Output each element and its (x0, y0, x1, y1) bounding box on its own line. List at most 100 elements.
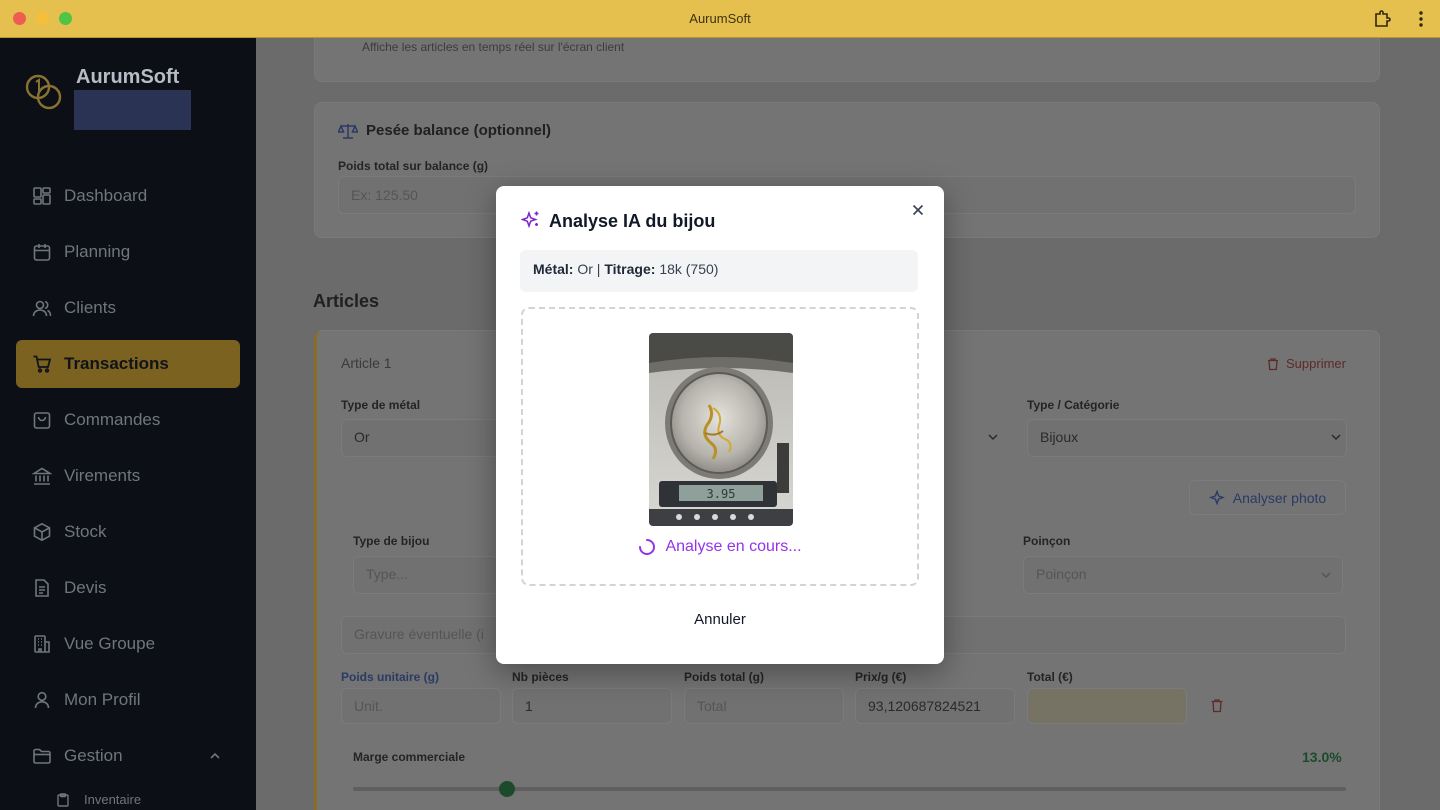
chevron-up-icon (210, 752, 220, 759)
building-icon (34, 635, 50, 653)
scale-weight-label: Poids total sur balance (g) (338, 159, 489, 173)
unit-weight-placeholder: Unit. (354, 698, 383, 714)
sidebar-item-transactions[interactable]: Transactions (16, 340, 240, 388)
scale-section-title: Pesée balance (optionnel) (366, 122, 552, 139)
analyze-photo-button[interactable]: Analyser photo (1189, 480, 1346, 515)
sidebar-item-devis[interactable]: Devis (16, 564, 240, 612)
brand-name: AurumSoft (76, 66, 180, 88)
loading-spinner-icon (639, 539, 656, 555)
sidebar-item-commandes[interactable]: Commandes (16, 396, 240, 444)
file-icon (35, 579, 49, 597)
margin-value: 13.0% (1302, 749, 1342, 765)
sidebar-item-dashboard[interactable]: Dashboard (16, 172, 240, 220)
margin-slider-handle[interactable] (499, 781, 515, 797)
engraving-placeholder: Gravure éventuelle (i (354, 626, 484, 642)
shopping-bag-icon (33, 412, 51, 429)
price-per-gram-value: 93,120687824521 (868, 698, 981, 714)
jewel-type-placeholder: Type... (366, 566, 409, 582)
metal-info-box: Métal: Or | Titrage: 18k (750) (520, 250, 918, 292)
cancel-button[interactable]: Annuler (664, 606, 776, 634)
titrage-value: 18k (750) (659, 261, 719, 277)
scale-with-chain-image: 3.95 (649, 333, 793, 526)
dashboard-icon (33, 187, 51, 205)
scale-balance-icon (338, 124, 358, 139)
extension-icon[interactable] (1372, 9, 1392, 29)
sparkles-icon (521, 210, 539, 229)
total-weight-label: Poids total (g) (684, 670, 764, 684)
hallmark-placeholder: Poinçon (1036, 566, 1087, 582)
clipboard-icon (57, 792, 69, 807)
sidebar-item-virements[interactable]: Virements (16, 452, 240, 500)
sidebar-item-gestion[interactable]: Gestion (16, 732, 240, 780)
calendar-icon (33, 244, 51, 261)
sidebar-item-stock[interactable]: Stock (16, 508, 240, 556)
scale-reading: 3.95 (707, 487, 736, 501)
sidebar-item-label: Vue Groupe (64, 634, 156, 653)
info-separator: | (596, 261, 601, 277)
chevron-down-icon (1321, 572, 1331, 579)
total-label: Total (€) (1027, 670, 1073, 684)
bank-icon (32, 467, 52, 485)
sidebar: AurumSoft Dashboard Planning Clients Tra… (0, 38, 256, 810)
jewel-photo: 3.95 (649, 333, 793, 526)
cart-icon (33, 355, 52, 373)
category-label: Type / Catégorie (1027, 398, 1120, 412)
sidebar-item-label: Commandes (64, 410, 161, 429)
price-per-gram-label: Prix/g (€) (855, 670, 907, 684)
trash-icon[interactable] (1210, 698, 1224, 713)
sidebar-item-label: Transactions (64, 354, 169, 373)
sidebar-subitem-inventaire[interactable]: Inventaire (56, 792, 141, 807)
user-icon (34, 691, 50, 709)
category-value: Bijoux (1040, 429, 1079, 445)
sidebar-item-clients[interactable]: Clients (16, 284, 240, 332)
sidebar-item-label: Gestion (64, 746, 123, 765)
metal-value: Or (577, 261, 593, 277)
sidebar-item-label: Virements (64, 466, 141, 485)
analysis-status-text: Analyse en cours... (665, 538, 802, 555)
margin-label: Marge commerciale (353, 750, 466, 764)
total-weight-placeholder: Total (697, 698, 727, 714)
metal-label: Métal: (533, 261, 574, 277)
more-options-icon[interactable] (1412, 9, 1430, 29)
sidebar-item-mon-profil[interactable]: Mon Profil (16, 676, 240, 724)
folder-icon (33, 748, 51, 764)
unit-weight-label: Poids unitaire (g) (341, 670, 440, 684)
sidebar-item-label: Stock (64, 522, 107, 541)
chevron-down-icon (988, 434, 998, 441)
sidebar-item-label: Planning (64, 242, 131, 261)
metal-type-label: Type de métal (341, 398, 421, 412)
brand-logo-placeholder (74, 90, 191, 130)
sidebar-subitem-label: Inventaire (84, 792, 142, 807)
articles-heading: Articles (313, 291, 380, 311)
metal-type-value: Or (354, 429, 370, 445)
pieces-input[interactable] (512, 688, 672, 724)
photo-drop-zone[interactable]: 3.95 Analyse en cours... (521, 307, 919, 586)
box-icon (33, 522, 51, 542)
delete-article-button[interactable]: Supprimer (1266, 356, 1346, 371)
window-title: AurumSoft (689, 11, 751, 26)
chevron-down-icon (1331, 434, 1341, 441)
sidebar-item-label: Clients (64, 298, 116, 317)
scale-weight-placeholder: Ex: 125.50 (351, 187, 418, 203)
close-icon[interactable] (910, 202, 926, 218)
sparkle-icon (1208, 489, 1225, 506)
titrage-label: Titrage: (604, 261, 656, 277)
article-title: Article 1 (341, 355, 392, 371)
sidebar-item-vue-groupe[interactable]: Vue Groupe (16, 620, 240, 668)
sidebar-item-label: Mon Profil (64, 690, 141, 709)
pieces-value: 1 (525, 698, 533, 714)
sidebar-item-label: Devis (64, 578, 107, 597)
trash-icon (1268, 357, 1278, 370)
analysis-status: Analyse en cours... (523, 538, 917, 556)
window-titlebar: AurumSoft (0, 0, 1440, 38)
users-icon (32, 300, 52, 317)
coins-logo-icon (25, 74, 62, 110)
total-input[interactable] (1027, 688, 1187, 724)
customer-display-description: Affiche les articles en temps réel sur l… (362, 40, 625, 54)
pieces-label: Nb pièces (512, 670, 569, 684)
modal-title: Analyse IA du bijou (549, 211, 716, 231)
sidebar-item-label: Dashboard (64, 186, 148, 205)
ai-analysis-modal: Analyse IA du bijou Métal: Or | Titrage:… (496, 186, 944, 664)
sidebar-item-planning[interactable]: Planning (16, 228, 240, 276)
jewel-type-label: Type de bijou (353, 534, 430, 548)
